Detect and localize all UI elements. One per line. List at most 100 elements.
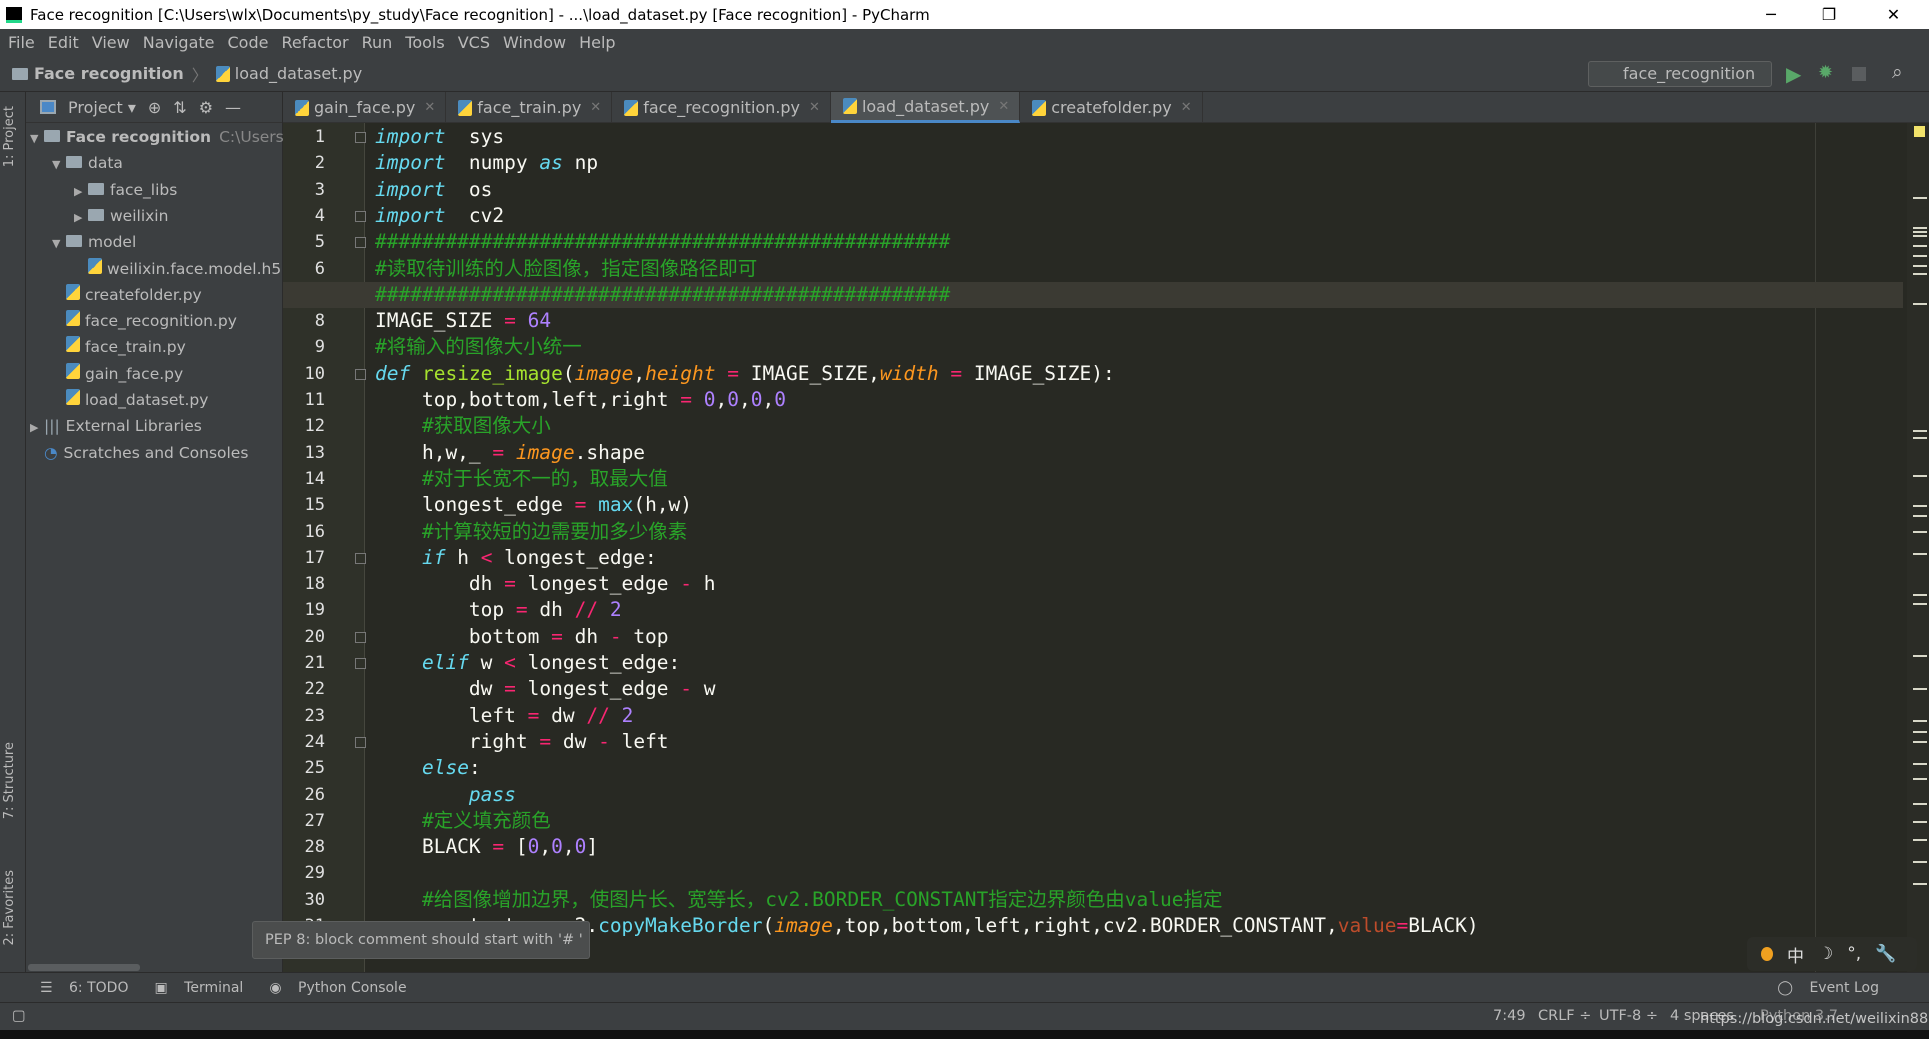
menu-help[interactable]: Help: [579, 33, 615, 52]
code-line[interactable]: elif w < longest_edge:: [375, 650, 680, 676]
error-stripe-mark[interactable]: [1913, 553, 1927, 555]
code-line[interactable]: h,w,_ = image.shape: [375, 440, 645, 466]
fold-marker-icon[interactable]: [355, 368, 366, 380]
project-tool-tab[interactable]: 1: Project: [2, 106, 17, 167]
code-line[interactable]: top,bottom,left,right = 0,0,0,0: [375, 387, 786, 413]
tree-item[interactable]: ◔ Scratches and Consoles: [30, 440, 248, 466]
menu-file[interactable]: File: [8, 33, 35, 52]
expand-arrow-icon[interactable]: ▶: [74, 205, 88, 231]
code-line[interactable]: else:: [375, 755, 481, 781]
locate-icon[interactable]: ⊕: [148, 98, 161, 117]
error-stripe-mark[interactable]: [1913, 861, 1927, 863]
error-stripe-mark[interactable]: [1913, 245, 1927, 247]
search-icon[interactable]: ⌕: [1892, 61, 1903, 83]
code-line[interactable]: IMAGE_SIZE = 64: [375, 308, 551, 334]
ime-logo-icon[interactable]: [1761, 947, 1773, 961]
breadcrumb-project[interactable]: Face recognition: [34, 64, 184, 83]
tree-item[interactable]: face_recognition.py: [52, 308, 237, 334]
wrench-icon[interactable]: 🔧: [1875, 944, 1896, 964]
fold-marker-icon[interactable]: [355, 736, 366, 748]
menu-vcs[interactable]: VCS: [458, 33, 490, 52]
project-view-dropdown[interactable]: Project ▾: [68, 98, 136, 117]
tab-face_recognition[interactable]: face_recognition.py ✕: [612, 92, 831, 123]
menu-view[interactable]: View: [92, 33, 130, 52]
error-stripe-mark[interactable]: [1913, 505, 1927, 507]
error-stripe-mark[interactable]: [1913, 227, 1927, 229]
menu-tools[interactable]: Tools: [405, 33, 444, 52]
close-button[interactable]: ✕: [1858, 0, 1929, 29]
code-line[interactable]: ########################################…: [375, 229, 950, 255]
expand-arrow-icon[interactable]: ▼: [52, 152, 66, 178]
fold-marker-icon[interactable]: [355, 658, 366, 669]
close-tab-icon[interactable]: ✕: [809, 100, 820, 115]
fold-marker-icon[interactable]: [355, 237, 366, 249]
code-line[interactable]: longest_edge = max(h,w): [375, 492, 692, 518]
tree-item[interactable]: ▼ model: [52, 229, 136, 255]
hide-icon[interactable]: —: [225, 98, 241, 117]
code-line[interactable]: #对于长宽不一的，取最大值: [375, 466, 668, 492]
favorites-tool-tab[interactable]: 2: Favorites: [2, 870, 17, 946]
code-line[interactable]: #获取图像大小: [375, 413, 551, 439]
tree-item[interactable]: gain_face.py: [52, 361, 183, 387]
menu-edit[interactable]: Edit: [48, 33, 79, 52]
menu-code[interactable]: Code: [228, 33, 269, 52]
error-stripe-mark[interactable]: [1913, 255, 1927, 257]
error-stripe-mark[interactable]: [1913, 303, 1927, 305]
error-stripe-mark[interactable]: [1913, 515, 1927, 517]
toggle-tool-windows-icon[interactable]: ▢: [12, 1008, 26, 1024]
stop-icon[interactable]: [1852, 67, 1866, 81]
close-tab-icon[interactable]: ✕: [998, 99, 1009, 114]
structure-tool-tab[interactable]: 7: Structure: [2, 742, 17, 819]
close-tab-icon[interactable]: ✕: [1181, 100, 1192, 115]
code-line[interactable]: import os: [375, 177, 492, 203]
restore-button[interactable]: ❐: [1800, 0, 1858, 29]
terminal-tab[interactable]: ▣ Terminal: [154, 980, 243, 996]
encoding[interactable]: UTF-8 ÷: [1599, 1008, 1658, 1024]
punctuation-icon[interactable]: °,: [1847, 944, 1861, 964]
minimize-button[interactable]: ─: [1742, 0, 1800, 29]
error-stripe-mark[interactable]: [1913, 803, 1927, 805]
code-line[interactable]: bottom = dh - top: [375, 624, 669, 650]
code-line[interactable]: ########################################…: [375, 282, 950, 308]
error-stripe-mark[interactable]: [1913, 231, 1927, 233]
error-stripe-mark[interactable]: [1913, 475, 1927, 477]
code-line[interactable]: #读取待训练的人脸图像，指定图像路径即可: [375, 256, 757, 282]
collapse-all-icon[interactable]: ⇅: [173, 98, 186, 117]
error-stripe-mark[interactable]: [1913, 437, 1927, 439]
python-console-tab[interactable]: ◉ Python Console: [269, 980, 406, 996]
error-stripe[interactable]: [1907, 123, 1929, 972]
tree-item[interactable]: ▶ face_libs: [74, 177, 177, 203]
code-line[interactable]: import sys: [375, 124, 504, 150]
tab-createfolder[interactable]: createfolder.py ✕: [1020, 92, 1203, 123]
code-line[interactable]: #将输入的图像大小统一: [375, 334, 582, 360]
tab-load_dataset[interactable]: load_dataset.py ✕: [830, 92, 1021, 123]
expand-arrow-icon[interactable]: ▶: [74, 179, 88, 205]
code-line[interactable]: #定义填充颜色: [375, 808, 551, 834]
debug-icon[interactable]: ✹: [1818, 62, 1833, 83]
todo-tab[interactable]: ☰ 6: TODO: [40, 980, 128, 996]
fold-marker-icon[interactable]: [355, 132, 366, 143]
code-line[interactable]: pass: [375, 782, 516, 808]
menu-run[interactable]: Run: [362, 33, 393, 52]
error-stripe-mark[interactable]: [1913, 273, 1927, 275]
expand-arrow-icon[interactable]: ▶: [30, 415, 44, 441]
tree-item[interactable]: ▼ data: [52, 150, 123, 176]
tree-item[interactable]: ▶ ||| External Libraries: [30, 413, 202, 439]
error-stripe-mark[interactable]: [1913, 655, 1927, 657]
tree-item[interactable]: ▶ weilixin: [74, 203, 168, 229]
error-stripe-mark[interactable]: [1913, 741, 1927, 743]
error-stripe-mark[interactable]: [1913, 839, 1927, 841]
code-line[interactable]: right = dw - left: [375, 729, 669, 755]
tree-item[interactable]: load_dataset.py: [52, 387, 208, 413]
warning-indicator-icon[interactable]: [1914, 126, 1925, 137]
menu-navigate[interactable]: Navigate: [143, 33, 215, 52]
tree-item[interactable]: createfolder.py: [52, 282, 202, 308]
code-line[interactable]: BLACK = [0,0,0]: [375, 834, 598, 860]
menu-refactor[interactable]: Refactor: [281, 33, 348, 52]
moon-icon[interactable]: ☽: [1818, 944, 1833, 964]
gear-icon[interactable]: ⚙: [199, 98, 213, 117]
error-stripe-mark[interactable]: [1913, 720, 1927, 722]
code-line[interactable]: import numpy as np: [375, 150, 598, 176]
close-tab-icon[interactable]: ✕: [424, 100, 435, 115]
tab-face_train[interactable]: face_train.py ✕: [446, 92, 613, 123]
